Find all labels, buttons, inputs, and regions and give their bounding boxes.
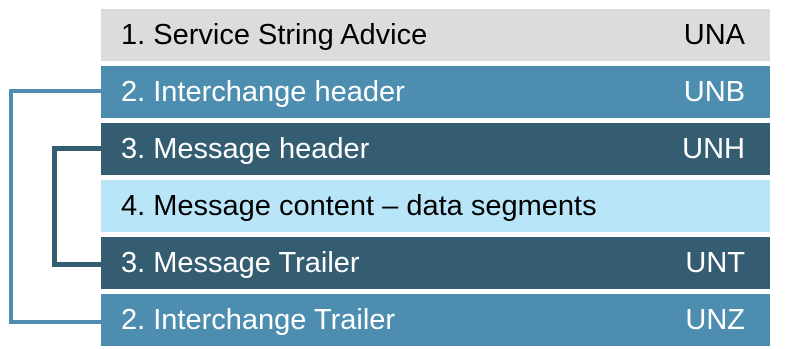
segment-una-code: UNA [683,18,745,51]
segment-unh-label: 3. Message header [121,132,370,165]
segment-unz-code: UNZ [685,303,745,336]
segment-message-content-label: 4. Message content – data segments [121,189,597,222]
segment-unt: 3. Message Trailer UNT [101,237,770,289]
segment-unt-label: 3. Message Trailer [121,246,360,279]
segment-unb-code: UNB [683,75,745,108]
segment-unz-label: 2. Interchange Trailer [121,303,396,336]
segment-unh-code: UNH [682,132,745,165]
segment-unh: 3. Message header UNH [101,123,770,175]
message-bracket [52,146,101,267]
edifact-structure-diagram: 1. Service String Advice UNA 2. Intercha… [0,0,787,349]
segment-unb-label: 2. Interchange header [121,75,405,108]
segment-una-label: 1. Service String Advice [121,18,428,51]
segment-unt-code: UNT [685,246,745,279]
segment-message-content: 4. Message content – data segments [101,180,770,232]
segment-una: 1. Service String Advice UNA [101,9,770,61]
segment-unb: 2. Interchange header UNB [101,66,770,118]
segment-unz: 2. Interchange Trailer UNZ [101,294,770,346]
